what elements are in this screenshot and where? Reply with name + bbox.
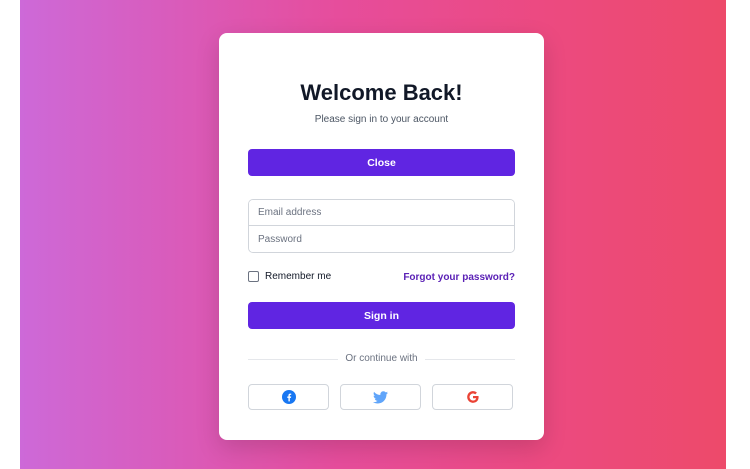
remember-me[interactable]: Remember me bbox=[248, 271, 331, 282]
google-login-button[interactable] bbox=[432, 384, 513, 410]
twitter-icon bbox=[373, 390, 388, 404]
login-card: Welcome Back! Please sign in to your acc… bbox=[219, 33, 544, 440]
twitter-login-button[interactable] bbox=[340, 384, 421, 410]
remember-me-checkbox[interactable] bbox=[248, 271, 259, 282]
email-field[interactable] bbox=[249, 200, 514, 226]
close-button[interactable]: Close bbox=[248, 149, 515, 176]
remember-me-label: Remember me bbox=[265, 271, 332, 282]
continue-divider: Or continue with bbox=[248, 353, 515, 365]
sign-in-button[interactable]: Sign in bbox=[248, 302, 515, 329]
password-field[interactable] bbox=[249, 226, 514, 252]
google-icon bbox=[466, 390, 480, 404]
credentials-group bbox=[248, 199, 515, 253]
page-title: Welcome Back! bbox=[300, 80, 463, 105]
page-subtitle: Please sign in to your account bbox=[314, 114, 449, 125]
facebook-icon bbox=[281, 390, 296, 404]
facebook-login-button[interactable] bbox=[248, 384, 329, 410]
divider-line-right bbox=[425, 359, 515, 360]
forgot-password-link[interactable]: Forgot your password? bbox=[403, 272, 515, 283]
